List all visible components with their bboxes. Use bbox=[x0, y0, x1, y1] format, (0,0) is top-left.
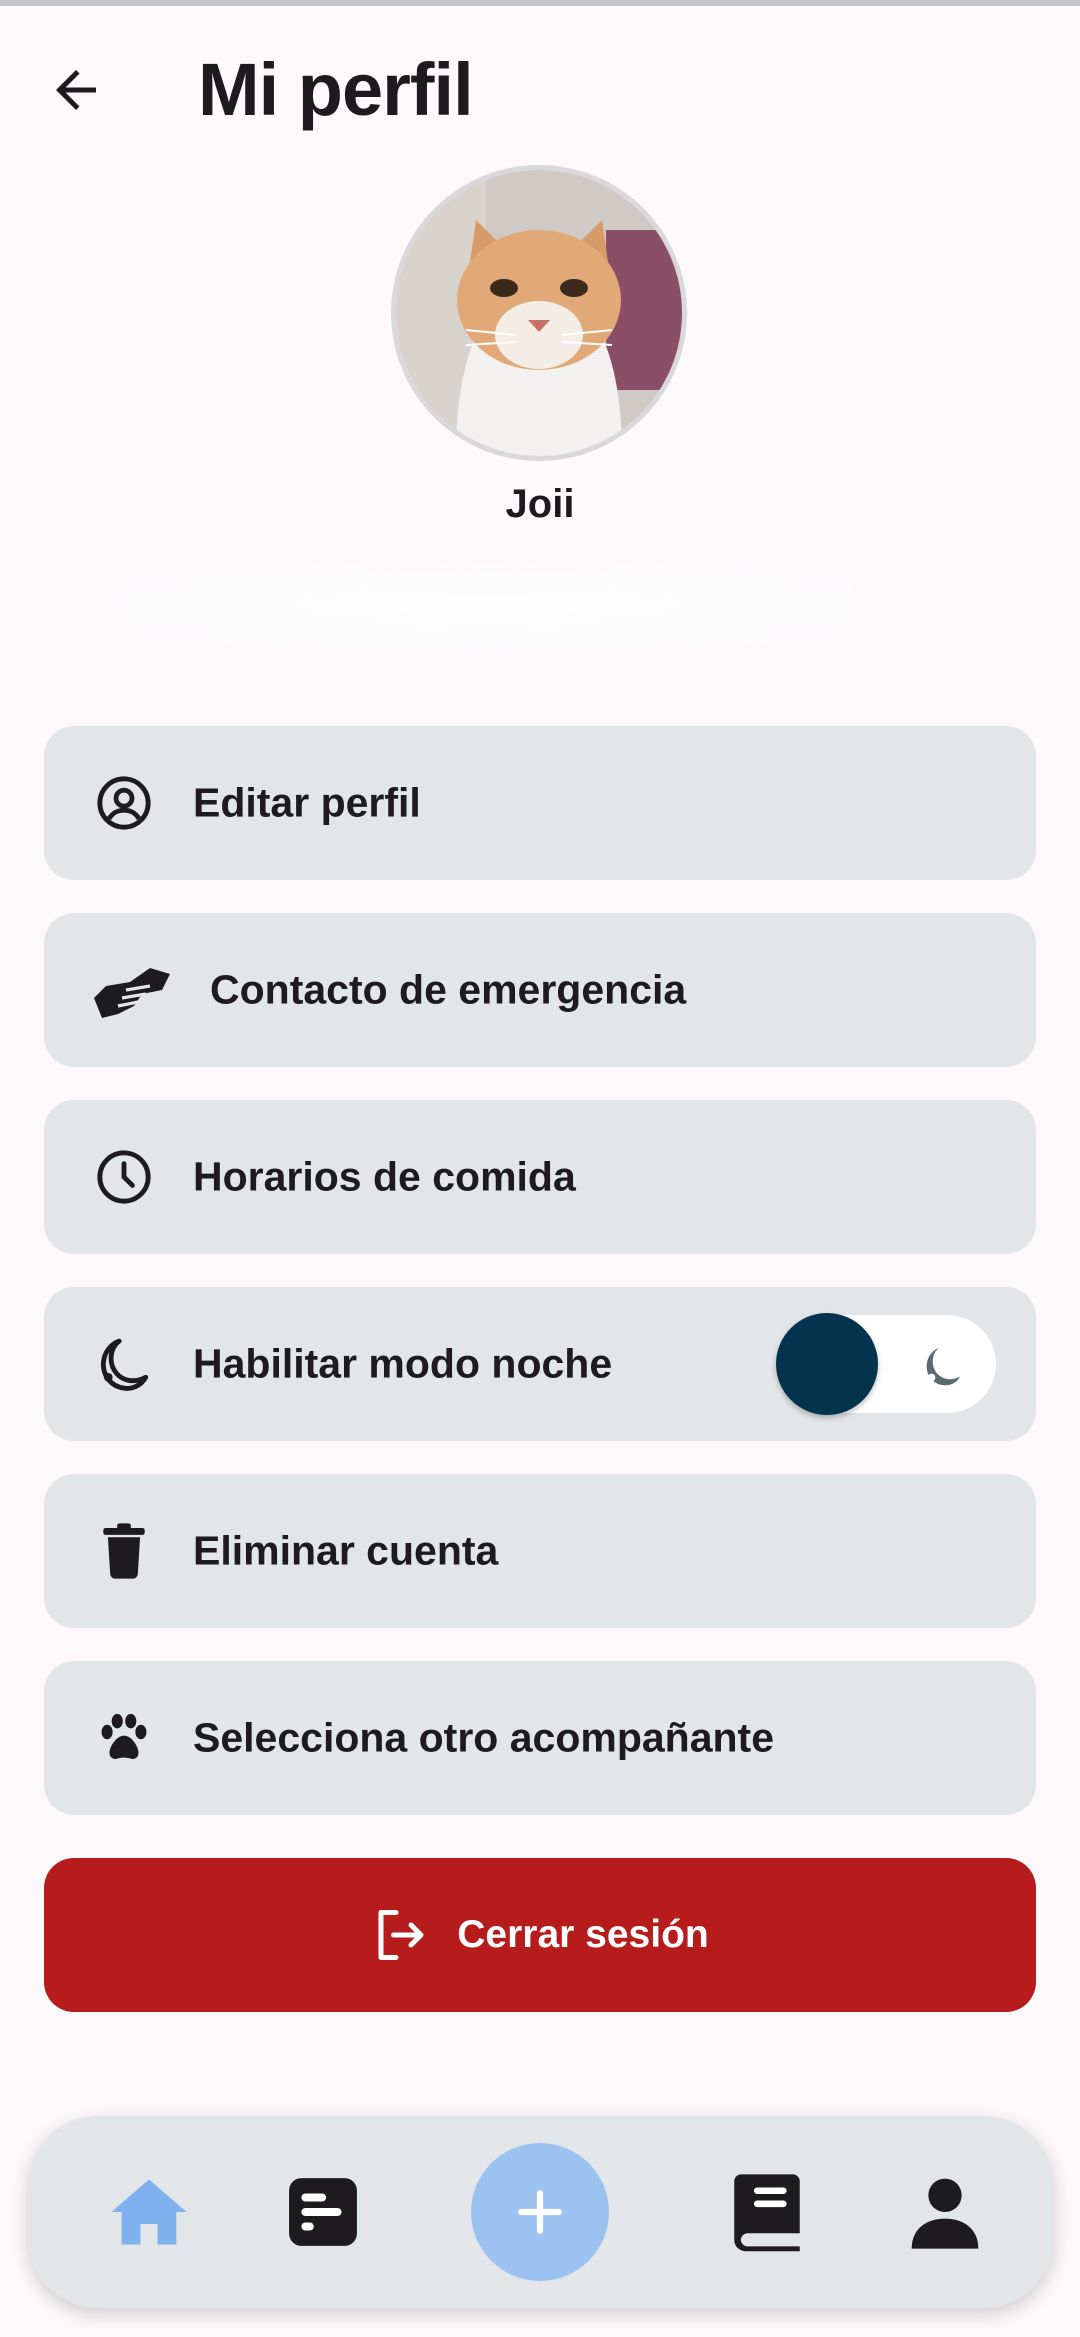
menu-item-label: Horarios de comida bbox=[193, 1153, 576, 1200]
person-icon bbox=[911, 2178, 979, 2249]
toggle-knob bbox=[776, 1313, 878, 1415]
trash-icon bbox=[94, 1521, 154, 1581]
bottom-navigation bbox=[28, 2116, 1054, 2308]
home-icon bbox=[111, 2179, 187, 2245]
nav-add-button[interactable] bbox=[471, 2143, 609, 2281]
logout-button[interactable]: Cerrar sesión bbox=[44, 1858, 1036, 2012]
app-header: Mi perfil bbox=[0, 30, 1080, 140]
moon-icon bbox=[926, 1347, 961, 1386]
night-mode-toggle[interactable] bbox=[776, 1313, 996, 1415]
menu-item-label: Eliminar cuenta bbox=[193, 1527, 499, 1574]
menu-item-label: Habilitar modo noche bbox=[193, 1340, 613, 1387]
paw-icon bbox=[94, 1708, 154, 1768]
book-icon bbox=[734, 2174, 800, 2252]
nav-book-button[interactable] bbox=[712, 2157, 822, 2267]
back-button[interactable] bbox=[36, 50, 116, 130]
avatar[interactable] bbox=[396, 170, 682, 456]
cat-photo-avatar bbox=[396, 170, 682, 456]
nav-stats-button[interactable] bbox=[268, 2157, 378, 2267]
moon-icon bbox=[94, 1334, 154, 1394]
stats-icon bbox=[289, 2178, 357, 2246]
menu-item-edit-profile[interactable]: Editar perfil bbox=[44, 726, 1036, 880]
arrow-left-icon bbox=[56, 70, 96, 110]
menu-item-night-mode[interactable]: Habilitar modo noche bbox=[44, 1287, 1036, 1441]
add-icon bbox=[518, 2190, 562, 2234]
blurred-subtitle bbox=[118, 565, 858, 647]
menu-item-select-companion[interactable]: Selecciona otro acompañante bbox=[44, 1661, 1036, 1815]
menu-item-emergency-contact[interactable]: Contacto de emergencia bbox=[44, 913, 1036, 1067]
menu-item-delete-account[interactable]: Eliminar cuenta bbox=[44, 1474, 1036, 1628]
menu-item-meal-times[interactable]: Horarios de comida bbox=[44, 1100, 1036, 1254]
logout-label: Cerrar sesión bbox=[457, 1913, 709, 1956]
logout-icon bbox=[371, 1905, 431, 1965]
menu-item-label: Selecciona otro acompañante bbox=[193, 1714, 775, 1761]
user-name: Joii bbox=[505, 482, 575, 526]
nav-home-button[interactable] bbox=[94, 2157, 204, 2267]
page-title: Mi perfil bbox=[198, 48, 474, 131]
status-bar-line bbox=[0, 0, 1080, 6]
nav-profile-button[interactable] bbox=[890, 2157, 1000, 2267]
menu-item-label: Editar perfil bbox=[193, 779, 421, 826]
handshake-icon bbox=[90, 960, 174, 1020]
clock-icon bbox=[94, 1147, 154, 1207]
menu-item-label: Contacto de emergencia bbox=[210, 966, 687, 1013]
user-circle-icon bbox=[94, 773, 154, 833]
